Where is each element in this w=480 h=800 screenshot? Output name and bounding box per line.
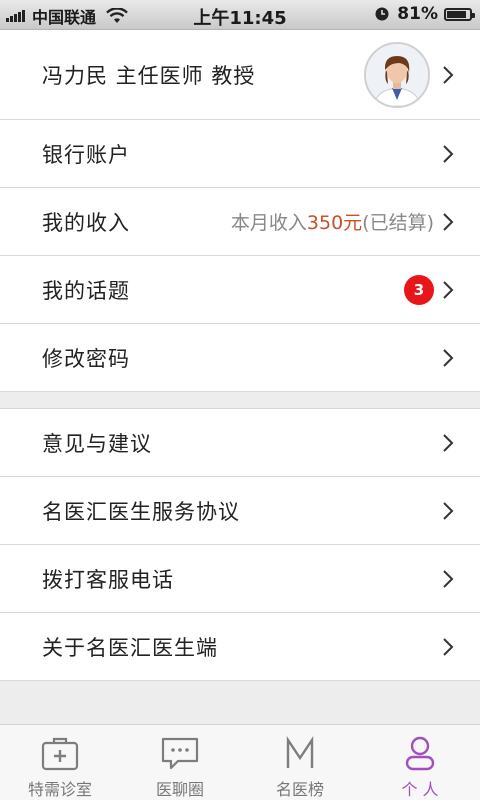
battery-level [447,10,467,18]
tab-label: 名医榜 [275,780,324,799]
about-app-label: 关于名医汇医生端 [42,635,218,660]
alarm-icon [375,7,389,21]
profile-row[interactable]: 冯力民 主任医师 教授 [0,30,480,120]
my-income-row[interactable]: 我的收入 本月收入 350元 (已结算) [0,188,480,256]
topics-badge-wrap: 3 [404,274,434,305]
chevron-right-icon [443,212,454,231]
chevron-right-icon [443,144,454,163]
income-amount: 350元 [306,212,363,234]
person-icon [405,736,435,771]
chevron-right-icon [443,280,454,299]
chevron-right-icon [443,501,454,520]
account-settings-group: 冯力民 主任医师 教授 银行账户 我的收入 本月收入 350元 (已结算) 我的话题 [0,30,480,392]
change-password-label: 修改密码 [42,346,130,371]
about-app-row[interactable]: 关于名医汇医生端 [0,613,480,681]
tab-famous-doctors[interactable]: 名医榜 [240,725,360,800]
feedback-label: 意见与建议 [42,431,152,456]
income-prefix: 本月收入 [230,212,307,234]
tab-doctor-chat[interactable]: 医聊圈 [120,725,240,800]
chevron-right-icon [443,433,454,452]
battery-percentage: 81% [397,4,438,24]
bottom-tab-bar: 特需诊室 医聊圈 名医榜 个 人 [0,724,480,800]
status-bar: 中国联通 上午11:45 81% [0,0,480,30]
tab-personal[interactable]: 个 人 [360,725,480,800]
income-summary: 本月收入 350元 (已结算) [231,208,434,235]
battery-icon [444,7,475,21]
service-agreement-row[interactable]: 名医汇医生服务协议 [0,477,480,545]
bank-account-label: 银行账户 [42,142,130,167]
doctor-name-title: 冯力民 主任医师 教授 [42,63,256,88]
doctor-portrait-icon [366,44,428,106]
doctor-avatar[interactable] [364,42,430,108]
call-support-label: 拨打客服电话 [42,567,174,592]
income-status: (已结算) [362,212,434,234]
info-support-group: 意见与建议 名医汇医生服务协议 拨打客服电话 关于名医汇医生端 [0,408,480,681]
bank-account-row[interactable]: 银行账户 [0,120,480,188]
tab-label: 特需诊室 [27,780,92,799]
service-agreement-label: 名医汇医生服务协议 [42,499,240,524]
chevron-right-icon [443,348,454,367]
status-right: 81% [375,4,475,24]
letter-m-icon [286,736,314,768]
unread-count-badge: 3 [404,274,434,305]
chat-bubble-icon [161,737,199,770]
feedback-row[interactable]: 意见与建议 [0,409,480,477]
medical-kit-icon [41,737,79,771]
tab-label: 医聊圈 [155,780,204,799]
tab-special-clinic[interactable]: 特需诊室 [0,725,120,800]
change-password-row[interactable]: 修改密码 [0,324,480,392]
chevron-right-icon [443,65,454,84]
my-topics-row[interactable]: 我的话题 3 [0,256,480,324]
my-income-label: 我的收入 [42,210,130,235]
my-topics-label: 我的话题 [42,278,130,303]
tab-label: 个 人 [401,780,439,799]
chevron-right-icon [443,569,454,588]
call-support-row[interactable]: 拨打客服电话 [0,545,480,613]
chevron-right-icon [443,637,454,656]
